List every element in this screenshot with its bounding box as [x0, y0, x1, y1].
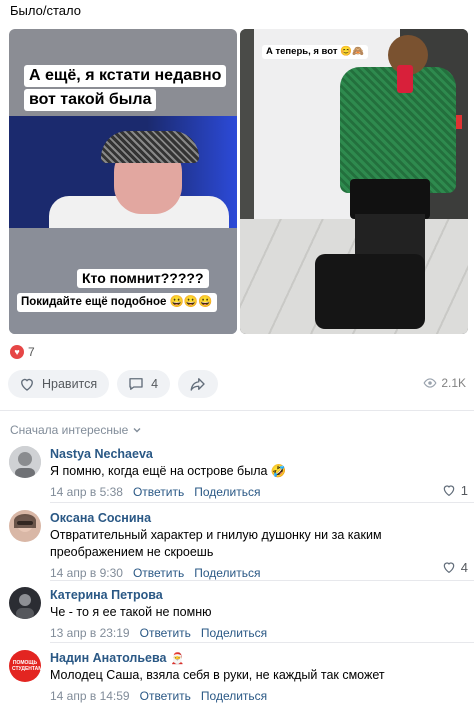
comment-date[interactable]: 13 апр в 23:19 [50, 626, 130, 640]
comment-like-button[interactable]: 1 [441, 482, 468, 498]
reply-button[interactable]: Ответить [133, 485, 184, 499]
avatar-image [9, 446, 41, 478]
avatar-image [9, 510, 41, 542]
photo-caption-after: А теперь, я вот 😊🙈 [262, 45, 368, 60]
comment-text: Отвратительный характер и гнилую душонку… [50, 528, 382, 559]
chevron-down-icon [133, 428, 141, 433]
comment-button[interactable]: 4 [117, 370, 171, 398]
like-label: Нравится [42, 377, 98, 391]
divider [50, 502, 474, 503]
views-counter: 2.1K [423, 376, 466, 390]
heart-outline-icon [21, 378, 33, 391]
comment-author[interactable]: Nastya Nechaeva [50, 446, 468, 462]
comment-author[interactable]: Надин Анатольева [50, 651, 166, 665]
divider [50, 642, 474, 643]
comment-like-button[interactable]: 4 [441, 559, 468, 575]
reply-button[interactable]: Ответить [140, 626, 191, 640]
comment-date[interactable]: 14 апр в 14:59 [50, 689, 130, 703]
santa-badge-icon: 🎅 [170, 652, 185, 665]
comment-item: Оксана Соснина Отвратительный характер и… [9, 510, 468, 580]
reply-button[interactable]: Ответить [140, 689, 191, 703]
post-text: Было/стало [10, 3, 81, 18]
share-link[interactable]: Поделиться [201, 626, 267, 640]
photo-caption-bottom: Покидайте ещё подобное 😀😀😀 [17, 293, 217, 312]
comment-icon [129, 378, 143, 390]
comment-likes-count: 4 [460, 559, 468, 575]
photo-caption-question: Кто помнит????? [77, 269, 209, 289]
comment-author[interactable]: Катерина Петрова [50, 587, 468, 603]
comment-item: Nastya Nechaeva Я помню, когда ещё на ос… [9, 446, 468, 502]
views-count: 2.1K [441, 376, 466, 390]
divider [50, 580, 474, 581]
comment-item: Катерина Петрова Че - то я ее такой не п… [9, 587, 468, 640]
avatar-image [9, 587, 41, 619]
photo-before[interactable]: А ещё, я кстати недавно вот такой была К… [9, 29, 237, 334]
comment-date[interactable]: 14 апр в 5:38 [50, 485, 123, 499]
avatar-text: ПОМОЩЬ СТУДЕНТАМ [12, 660, 41, 672]
sort-label: Сначала интересные [10, 423, 129, 437]
photo-gallery: А ещё, я кстати недавно вот такой была К… [9, 29, 468, 334]
photo-scene [9, 116, 237, 228]
comment-text: Че - то я ее такой не помню [50, 605, 212, 619]
comments-sort-dropdown[interactable]: Сначала интересные [10, 423, 142, 437]
heart-outline-icon [443, 485, 455, 497]
like-button[interactable]: Нравится [8, 370, 110, 398]
heart-outline-icon [443, 562, 455, 574]
reply-button[interactable]: Ответить [133, 566, 184, 580]
avatar[interactable] [9, 510, 41, 542]
photo-caption-line1: А ещё, я кстати недавно [24, 65, 227, 87]
comment-author[interactable]: Оксана Соснина [50, 510, 468, 526]
share-link[interactable]: Поделиться [194, 485, 260, 499]
likes-count: 7 [28, 345, 35, 359]
comments-count: 4 [151, 377, 159, 391]
avatar[interactable] [9, 446, 41, 478]
comment-likes-count: 1 [460, 482, 468, 498]
eye-icon [423, 378, 437, 388]
avatar[interactable] [9, 587, 41, 619]
photo-caption-line2: вот такой была [24, 89, 157, 111]
share-link[interactable]: Поделиться [194, 566, 260, 580]
comment-item: ПОМОЩЬ СТУДЕНТАМ Надин Анатольева 🎅 Моло… [9, 650, 468, 703]
divider [0, 410, 474, 411]
comment-text: Молодец Саша, взяла себя в руки, не кажд… [50, 668, 385, 682]
comment-text: Я помню, когда ещё на острове была 🤣 [50, 464, 287, 478]
heart-icon: ♥ [10, 345, 24, 359]
photo-after[interactable]: А теперь, я вот 😊🙈 [240, 29, 468, 334]
comment-date[interactable]: 14 апр в 9:30 [50, 566, 123, 580]
avatar[interactable]: ПОМОЩЬ СТУДЕНТАМ [9, 650, 41, 682]
post-actions: Нравится 4 [8, 370, 219, 398]
share-button[interactable] [178, 370, 219, 398]
share-icon [190, 378, 205, 391]
reactions-summary[interactable]: ♥ 7 [10, 345, 35, 359]
share-link[interactable]: Поделиться [201, 689, 267, 703]
